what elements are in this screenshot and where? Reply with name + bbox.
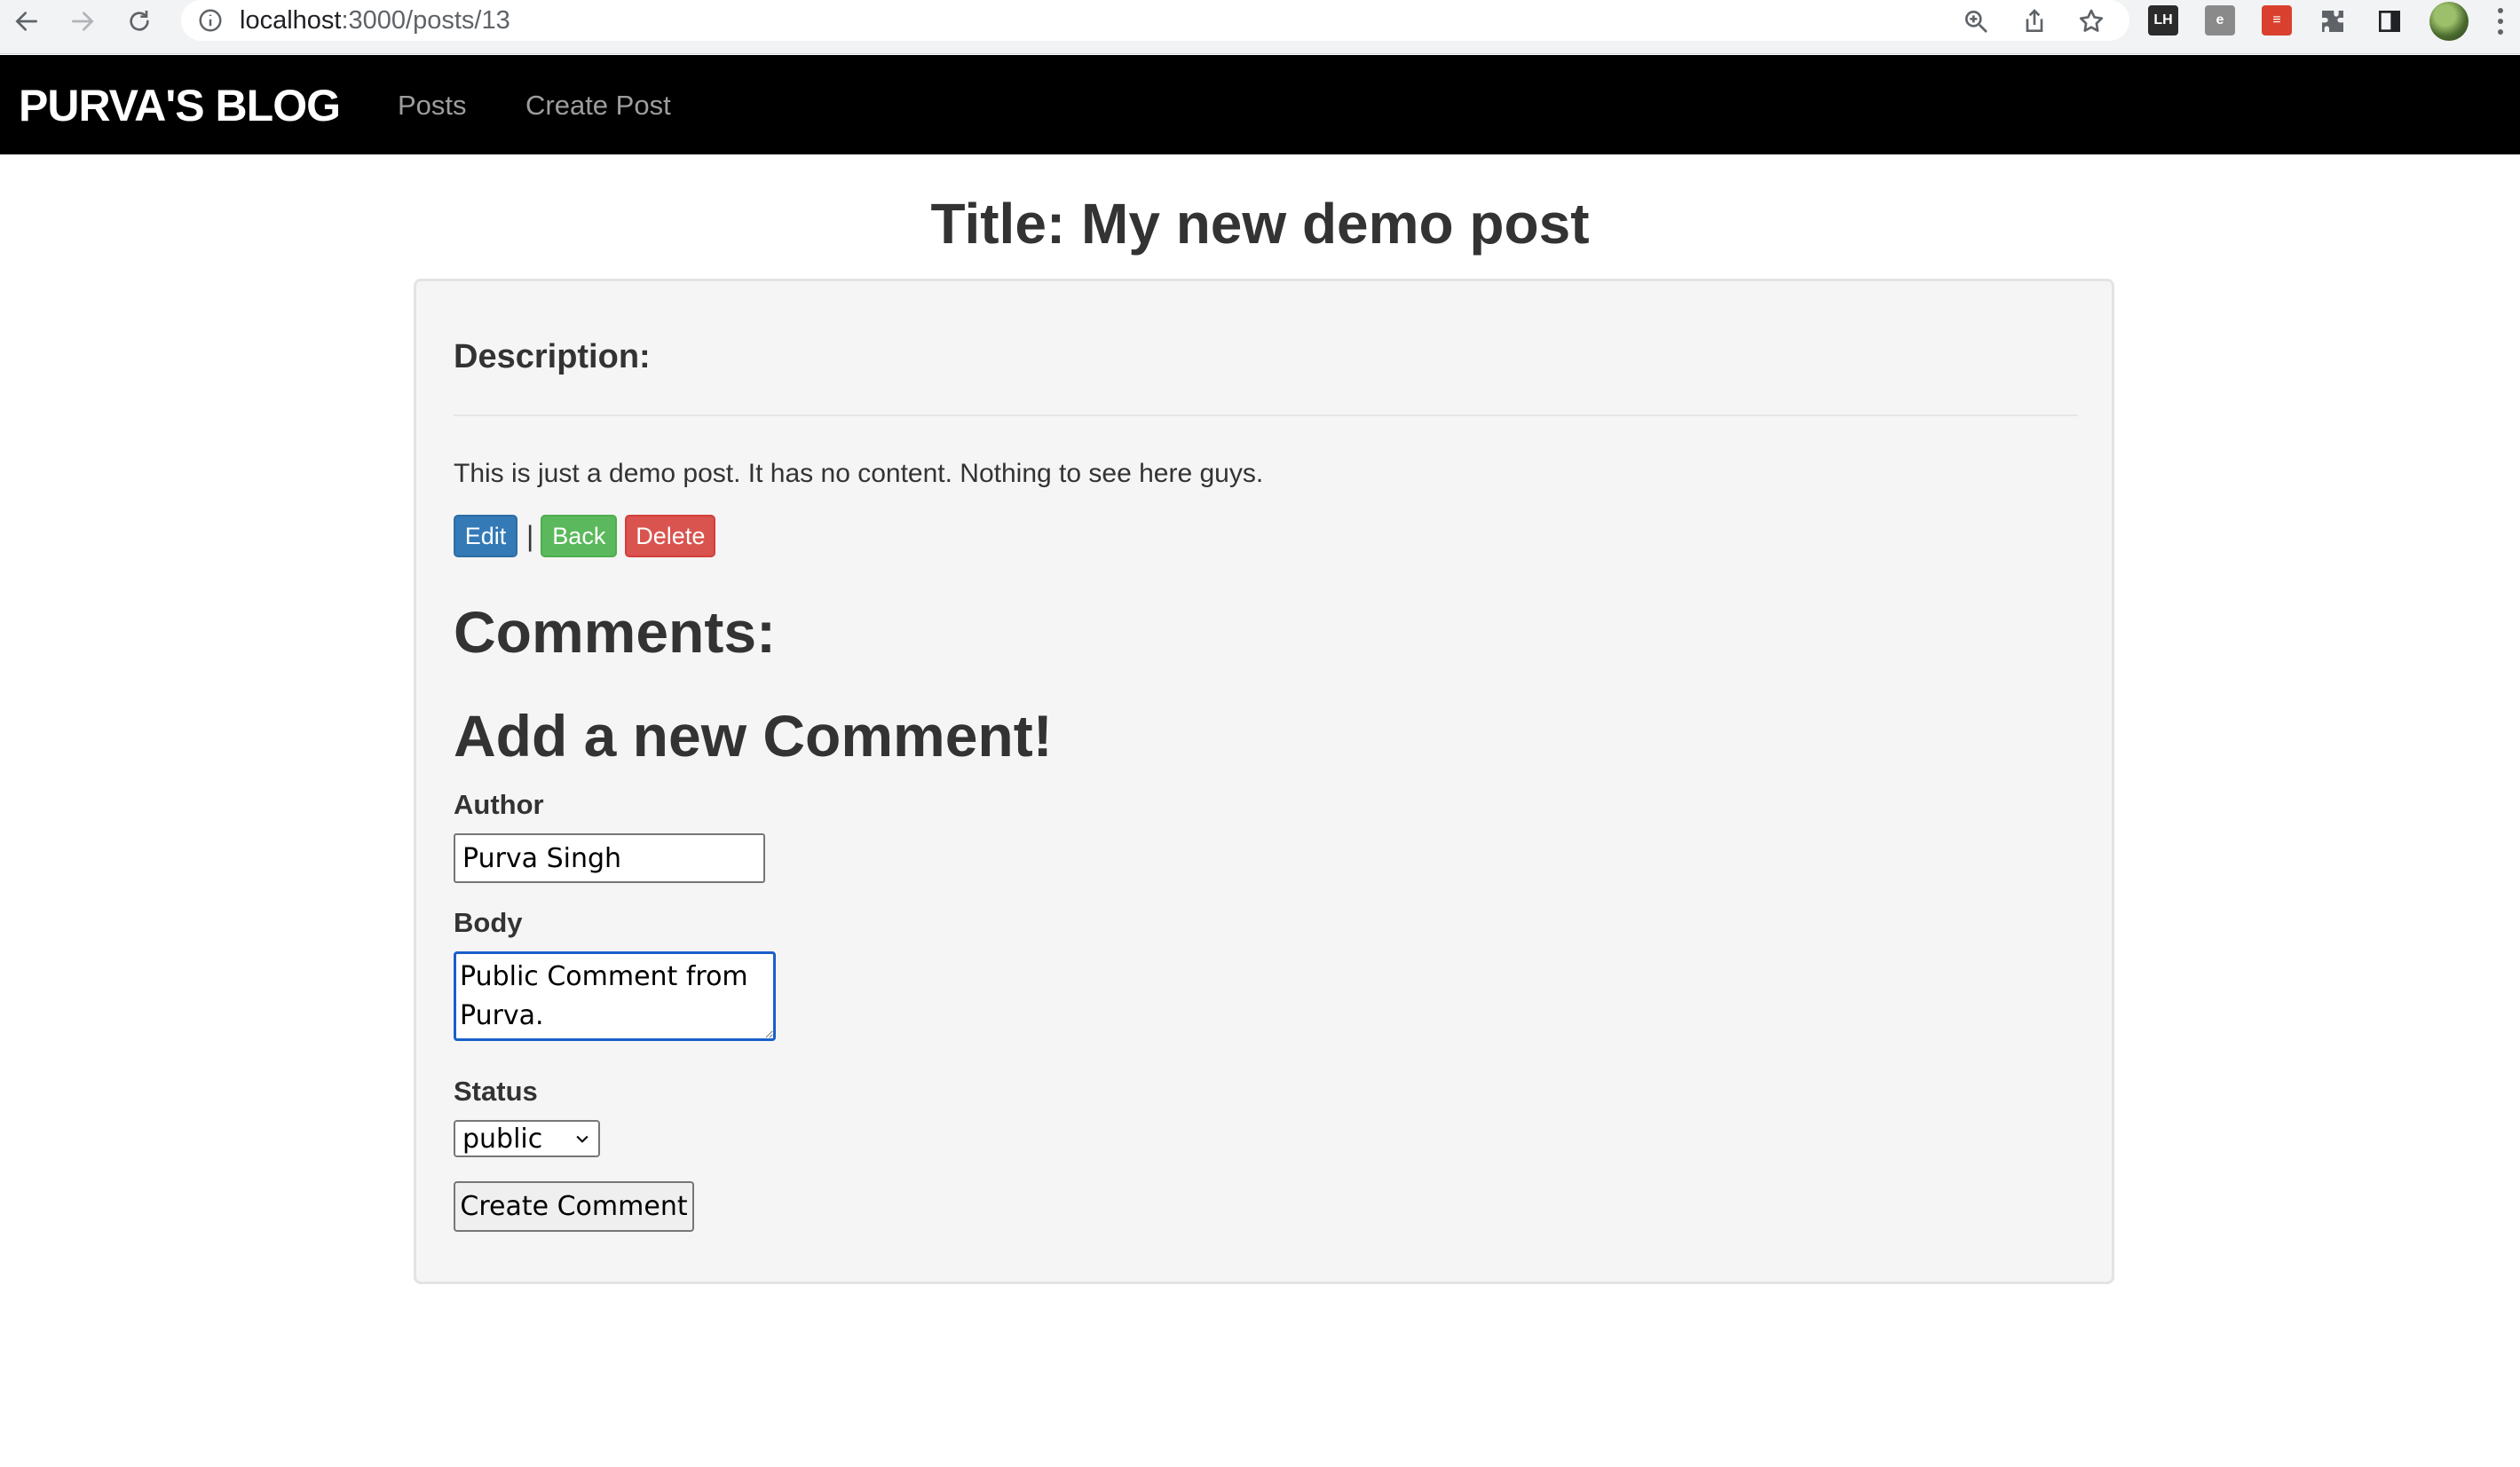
author-input[interactable] <box>454 833 765 883</box>
post-panel: Description: This is just a demo post. I… <box>414 279 2114 1284</box>
extensions-puzzle-icon[interactable] <box>2317 5 2349 37</box>
zoom-icon[interactable] <box>1960 5 1992 37</box>
body-label: Body <box>454 907 523 938</box>
share-icon[interactable] <box>2018 5 2050 37</box>
reader-extension-icon[interactable]: e <box>2205 5 2235 35</box>
browser-toolbar: localhost:3000/posts/13 LH e ≡ <box>0 0 2520 54</box>
chevron-down-icon <box>576 1135 589 1143</box>
action-separator: | <box>526 519 534 552</box>
status-select[interactable]: public <box>454 1120 600 1157</box>
body-textarea[interactable]: Public Comment from Purva. <box>454 951 776 1041</box>
profile-avatar[interactable] <box>2429 2 2469 41</box>
nav-link-posts[interactable]: Posts <box>398 90 467 122</box>
side-panel-icon[interactable] <box>2374 5 2405 37</box>
page-title: Title: My new demo post <box>930 192 1590 256</box>
status-label: Status <box>454 1076 538 1107</box>
post-actions: Edit | Back Delete <box>454 515 716 557</box>
create-comment-button[interactable]: Create Comment <box>454 1181 694 1232</box>
site-info-icon[interactable] <box>197 7 224 34</box>
description-heading: Description: <box>454 338 651 375</box>
reload-icon[interactable] <box>117 4 162 39</box>
brand-logo[interactable]: PURVA'S BLOG <box>19 80 341 131</box>
author-label: Author <box>454 789 544 820</box>
back-button[interactable]: Back <box>541 515 618 557</box>
browser-menu-icon[interactable] <box>2490 4 2511 39</box>
lighthouse-extension-icon[interactable]: LH <box>2148 5 2178 35</box>
add-comment-heading: Add a new Comment! <box>454 703 1053 769</box>
comments-heading: Comments: <box>454 599 777 665</box>
bookmark-star-icon[interactable] <box>2075 5 2107 37</box>
description-text: This is just a demo post. It has no cont… <box>454 459 1264 488</box>
divider <box>454 414 2078 416</box>
back-arrow-icon[interactable] <box>4 4 49 39</box>
status-selected-value: public <box>462 1123 543 1155</box>
site-navbar: PURVA'S BLOG Posts Create Post <box>0 55 2520 154</box>
address-bar[interactable]: localhost:3000/posts/13 <box>181 0 2129 41</box>
forward-arrow-icon[interactable] <box>60 4 105 39</box>
nav-link-create-post[interactable]: Create Post <box>525 90 671 122</box>
todoist-extension-icon[interactable]: ≡ <box>2262 5 2292 35</box>
delete-button[interactable]: Delete <box>625 515 716 557</box>
url-text[interactable]: localhost:3000/posts/13 <box>240 6 510 35</box>
edit-button[interactable]: Edit <box>454 515 517 557</box>
